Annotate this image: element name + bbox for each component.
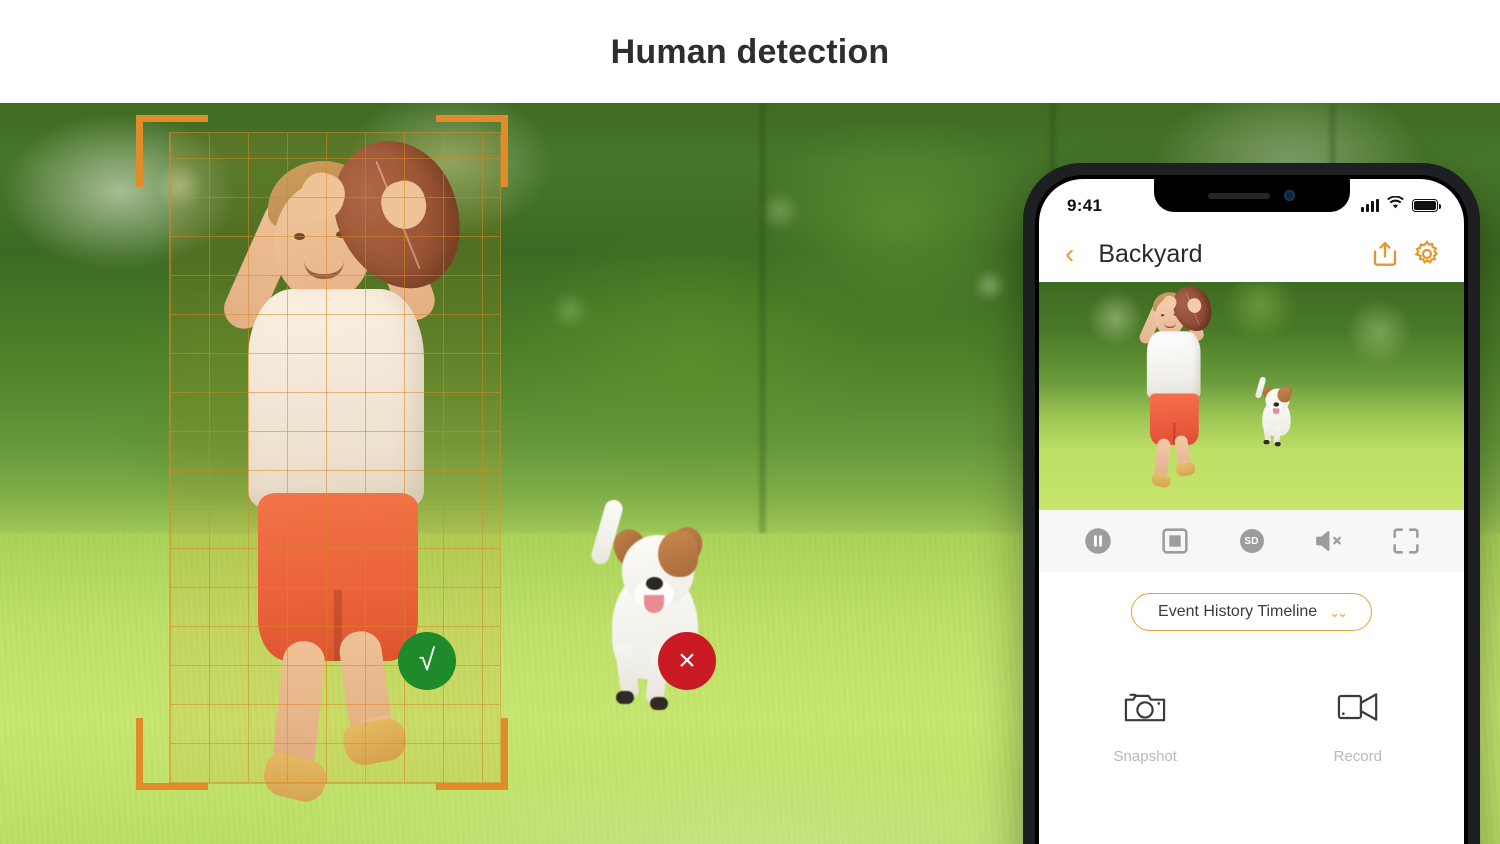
sd-quality-label: SD [1239, 529, 1264, 553]
back-button[interactable]: ‹ [1059, 240, 1080, 268]
video-control-bar: SD [1039, 510, 1464, 572]
phone-bezel: 9:41 ‹ Backyard SD Event History Timelin… [1035, 175, 1468, 844]
video-camera-icon [1336, 688, 1380, 726]
front-camera-icon [1284, 190, 1295, 201]
share-icon[interactable] [1370, 239, 1400, 269]
dog-paw [650, 697, 668, 710]
fence-post [760, 103, 765, 573]
chevron-double-down-icon: ⌄⌄ [1329, 604, 1348, 620]
video-foliage [1039, 282, 1464, 510]
stop-square-icon[interactable] [1158, 524, 1192, 558]
record-label: Record [1333, 748, 1382, 765]
cellular-bars-icon [1361, 199, 1379, 212]
snapshot-button[interactable]: Snapshot [1039, 688, 1252, 765]
status-indicators [1361, 195, 1441, 215]
dog-paw [616, 691, 634, 704]
pause-circle-icon[interactable] [1081, 524, 1115, 558]
live-video-preview[interactable] [1039, 282, 1464, 510]
page-root: Human detection √ × 9:41 ‹ Backyard SD E… [0, 0, 1500, 844]
dog-face-patch [658, 531, 698, 577]
phone-screen: 9:41 ‹ Backyard SD Event History Timelin… [1039, 179, 1464, 844]
phone-notch [1153, 179, 1350, 212]
gear-icon[interactable] [1412, 239, 1442, 269]
wifi-icon [1386, 195, 1405, 215]
status-time: 9:41 [1067, 195, 1103, 215]
event-history-timeline-button[interactable]: Event History Timeline ⌄⌄ [1131, 593, 1372, 631]
earpiece-speaker-icon [1208, 192, 1270, 199]
speaker-muted-icon[interactable] [1312, 524, 1346, 558]
app-navbar: ‹ Backyard [1039, 226, 1464, 282]
check-icon: √ [418, 644, 436, 677]
human-detection-bounding-box [169, 132, 501, 784]
phone-mockup: 9:41 ‹ Backyard SD Event History Timelin… [1023, 163, 1480, 844]
record-button[interactable]: Record [1252, 688, 1465, 765]
detection-bracket-bottom-right [436, 718, 508, 790]
video-dog-subject [1253, 374, 1306, 447]
dog-nose [646, 577, 663, 590]
camera-name-title: Backyard [1098, 239, 1203, 268]
detection-accepted-badge: √ [398, 632, 456, 690]
camera-icon [1123, 688, 1167, 726]
detection-bracket-top-left [136, 115, 208, 187]
cross-icon: × [678, 644, 696, 677]
action-buttons-row: Snapshot Record [1039, 652, 1464, 765]
snapshot-label: Snapshot [1113, 748, 1177, 765]
sd-quality-icon[interactable]: SD [1235, 524, 1269, 558]
video-person-subject [1131, 282, 1223, 494]
page-header: Human detection [0, 0, 1500, 103]
battery-full-icon [1412, 199, 1441, 212]
detection-rejected-badge: × [658, 632, 716, 690]
timeline-section: Event History Timeline ⌄⌄ [1039, 572, 1464, 652]
page-title: Human detection [610, 32, 890, 71]
detection-bracket-bottom-left [136, 718, 208, 790]
detection-bracket-top-right [436, 115, 508, 187]
fullscreen-expand-icon[interactable] [1389, 524, 1423, 558]
event-history-timeline-label: Event History Timeline [1158, 603, 1318, 620]
